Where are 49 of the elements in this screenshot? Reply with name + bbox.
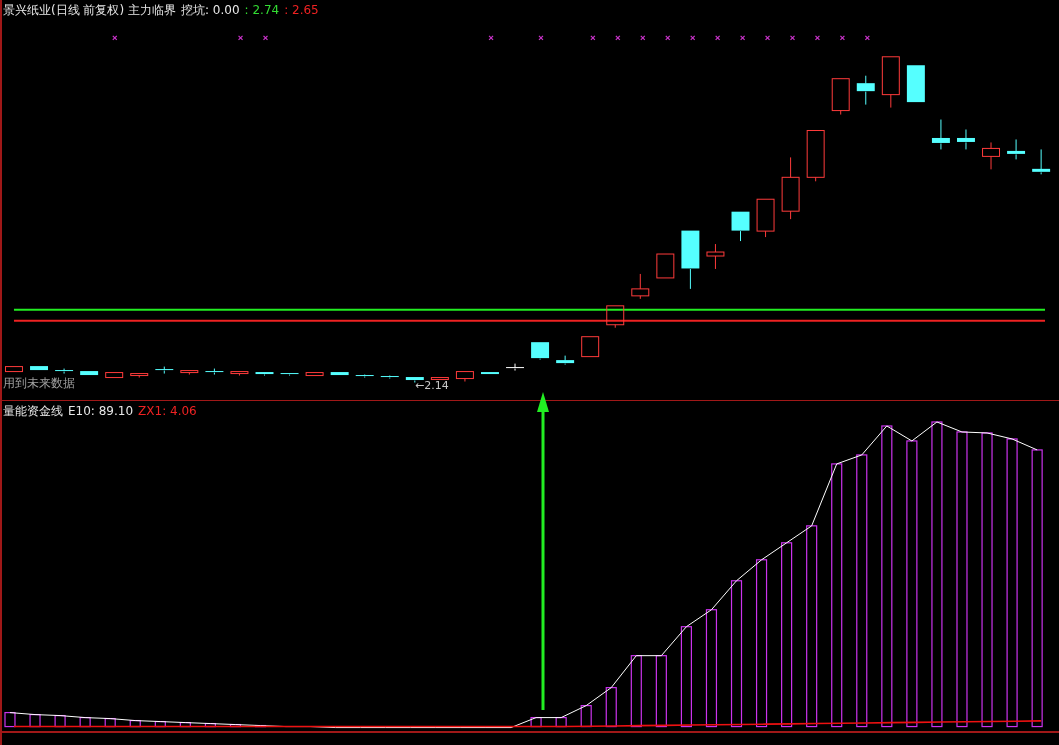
candlestick xyxy=(881,56,900,109)
candlestick xyxy=(856,75,875,106)
candlestick xyxy=(581,336,600,358)
indicator-value: : 2.74 xyxy=(244,3,280,17)
candlestick xyxy=(957,129,975,150)
candlestick xyxy=(30,366,48,371)
chart-title: 景兴纸业(日线 前复权) 主力临界 xyxy=(3,3,176,17)
candlestick xyxy=(130,373,149,379)
low-price-label: ←2.14 xyxy=(415,379,449,392)
candlestick xyxy=(506,363,524,372)
candlestick xyxy=(806,130,825,182)
candlestick xyxy=(280,373,299,377)
candlestick xyxy=(906,65,925,103)
candlestick xyxy=(931,119,950,150)
candlestick xyxy=(55,368,74,375)
candlestick xyxy=(756,198,775,238)
candlestick xyxy=(656,253,675,279)
candlestick xyxy=(481,372,499,375)
candlestick xyxy=(255,372,274,377)
warning-note: 用到未来数据 xyxy=(3,376,75,390)
candlestick xyxy=(430,377,449,381)
candlestick xyxy=(781,156,800,220)
candlestick xyxy=(5,366,23,373)
indicator-value: E10: 89.10 xyxy=(68,404,134,419)
candlestick xyxy=(606,305,625,329)
candlestick xyxy=(105,372,124,379)
indicator-value: : 2.65 xyxy=(284,3,319,17)
candlestick xyxy=(80,371,99,376)
candlestick xyxy=(1007,138,1026,160)
candlestick xyxy=(731,211,750,242)
candlestick xyxy=(681,230,700,290)
indicator-value: ZX1: 4.06 xyxy=(138,404,197,419)
candlestick xyxy=(706,243,725,270)
candlestick xyxy=(305,372,324,377)
candlestick xyxy=(831,78,850,116)
candlestick xyxy=(330,372,349,376)
chart-title: 量能资金线 xyxy=(3,404,63,419)
candlestick xyxy=(1032,148,1051,175)
candlestick xyxy=(531,342,550,361)
candlestick xyxy=(205,368,224,376)
indicator-value: 挖坑: 0.00 xyxy=(181,3,240,17)
candlestick xyxy=(155,366,174,375)
candlestick xyxy=(982,141,1000,170)
candlestick xyxy=(631,273,650,300)
candlestick xyxy=(180,370,199,376)
candlestick xyxy=(230,371,249,377)
candlestick xyxy=(405,377,424,383)
candlestick xyxy=(455,371,474,383)
candlestick xyxy=(556,355,575,366)
